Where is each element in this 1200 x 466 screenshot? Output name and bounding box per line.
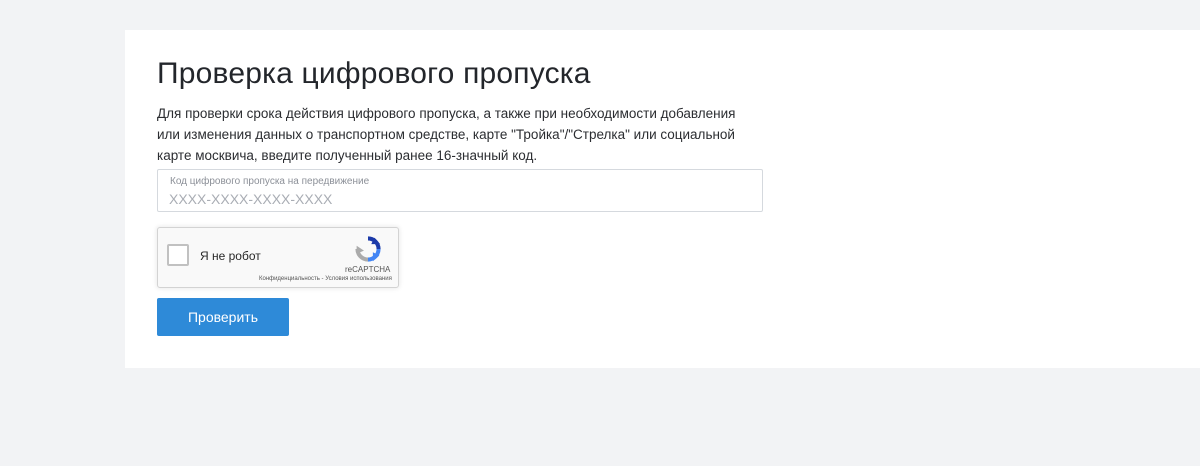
- pass-code-label: Код цифрового пропуска на передвижение: [170, 176, 370, 187]
- recaptcha-label: Я не робот: [200, 249, 261, 263]
- recaptcha-terms-link[interactable]: Условия использования: [325, 276, 392, 282]
- pass-code-field[interactable]: Код цифрового пропуска на передвижение: [157, 169, 763, 212]
- recaptcha-checkbox[interactable]: [167, 244, 189, 266]
- page-description: Для проверки срока действия цифрового пр…: [157, 106, 736, 163]
- recaptcha-logo-icon: [355, 236, 381, 262]
- recaptcha-links: Конфиденциальность - Условия использован…: [259, 276, 392, 282]
- recaptcha-brand: reCAPTCHA: [345, 265, 391, 274]
- pass-code-input[interactable]: [169, 190, 749, 208]
- recaptcha-privacy-link[interactable]: Конфиденциальность: [259, 276, 320, 282]
- check-button[interactable]: Проверить: [157, 298, 289, 336]
- page-title: Проверка цифрового пропуска: [157, 57, 591, 90]
- pass-check-card: Проверка цифрового пропуска Для проверки…: [125, 30, 1200, 368]
- recaptcha-widget: Я не робот reCAPTCHA Конфиденциальность …: [157, 227, 399, 288]
